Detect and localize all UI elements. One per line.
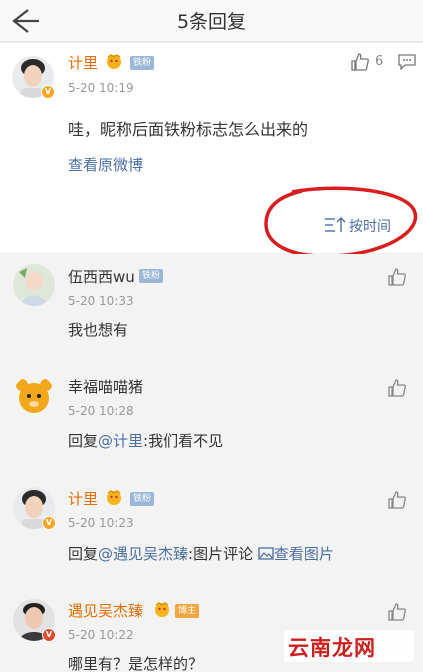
site-watermark: 云南龙网	[284, 630, 414, 662]
verified-badge-icon: V	[41, 85, 55, 99]
fan-tag: 铁粉	[130, 56, 155, 70]
reply-text: :我们看不见	[143, 432, 224, 450]
comment-content: 哇，昵称后面铁粉标志怎么出来的	[68, 120, 309, 139]
username[interactable]: 遇见吴杰臻	[68, 600, 143, 621]
reply-item: V 计里 铁粉 5-20 10:23 回复@遇见吴杰臻:图片评论 查看图片	[0, 474, 423, 588]
reply-prefix: 回复	[68, 545, 99, 563]
view-picture-link[interactable]: 查看图片	[258, 545, 334, 563]
reply-content: 我也想有	[68, 321, 129, 339]
username[interactable]: 伍西西wu	[68, 266, 135, 287]
reply-time: 5-20 10:28	[68, 404, 134, 418]
mention-link[interactable]: @计里	[98, 432, 143, 450]
avatar[interactable]	[13, 264, 55, 306]
reply-content: 哪里有？是怎样的？	[68, 655, 204, 672]
picture-icon	[258, 547, 274, 560]
reply-time: 5-20 10:33	[68, 294, 134, 308]
username[interactable]: 计里	[68, 488, 98, 509]
username[interactable]: 幸福喵喵猪	[68, 376, 143, 397]
reply-time: 5-20 10:23	[68, 516, 134, 530]
red-circle-annotation	[264, 186, 418, 258]
page-title: 5条回复	[176, 11, 247, 33]
crown-icon	[107, 490, 121, 505]
comment-time: 5-20 10:19	[68, 81, 134, 95]
original-comment: V 计里 铁粉 5-20 10:19 6 哇，昵称后面铁粉标志怎么出来的 查看原…	[0, 43, 423, 258]
username[interactable]: 计里	[68, 52, 98, 73]
reply-item: 幸福喵喵猪 5-20 10:28 回复@计里:我们看不见	[0, 363, 423, 473]
mention-link[interactable]: @遇见吴杰臻	[98, 545, 188, 563]
blogger-tag: 博主	[175, 604, 200, 618]
avatar[interactable]	[13, 375, 55, 417]
reply-item: 伍西西wu 铁粉 5-20 10:33 我也想有	[0, 254, 423, 362]
reply-content: 回复@遇见吴杰臻:图片评论 查看图片	[68, 543, 334, 564]
like-thumb-icon[interactable]	[387, 490, 407, 510]
reply-time: 5-20 10:22	[68, 628, 134, 642]
fan-tag: 铁粉	[130, 492, 155, 506]
like-thumb-icon[interactable]	[387, 378, 407, 398]
crown-icon	[107, 54, 121, 69]
view-picture-label: 查看图片	[273, 545, 334, 563]
verified-badge-icon: V	[42, 516, 56, 530]
nav-bar: 5条回复	[0, 0, 423, 42]
view-original-link[interactable]: 查看原微博	[68, 154, 143, 175]
reply-content: 回复@计里:我们看不见	[68, 430, 223, 451]
comment-reply-icon[interactable]	[398, 54, 416, 70]
like-thumb-icon[interactable]	[387, 602, 407, 622]
reply-text: :图片评论	[188, 545, 258, 563]
reply-prefix: 回复	[68, 432, 99, 450]
like-count: 6	[375, 54, 384, 69]
like-thumb-icon[interactable]	[387, 267, 407, 287]
crown-icon	[155, 602, 169, 617]
verified-badge-icon: V	[42, 628, 56, 642]
fan-tag: 铁粉	[139, 269, 164, 283]
like-thumb-icon[interactable]	[350, 52, 370, 72]
watermark-text: 云南龙网	[288, 636, 376, 660]
